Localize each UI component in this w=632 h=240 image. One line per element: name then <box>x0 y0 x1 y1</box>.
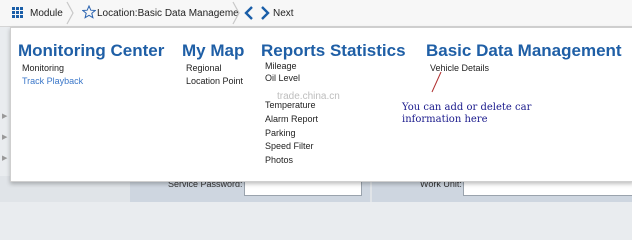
menu-item-speed-filter[interactable]: Speed Filter <box>265 141 314 151</box>
watermark: trade.china.cn <box>277 91 340 102</box>
menu-heading-reports-statistics: Reports Statistics <box>261 41 406 60</box>
separator-chevron-icon <box>66 1 74 25</box>
forward-icon[interactable] <box>258 5 272 21</box>
side-arrow-icon: ▶ <box>2 155 8 162</box>
menu-item-alarm-report[interactable]: Alarm Report <box>265 114 318 124</box>
menu-item-location-point[interactable]: Location Point <box>186 76 243 86</box>
menu-heading-my-map: My Map <box>182 41 245 60</box>
menu-heading-basic-data-management: Basic Data Management <box>426 41 622 60</box>
menu-item-oil-level[interactable]: Oil Level <box>265 73 300 83</box>
menu-heading-monitoring-center: Monitoring Center <box>18 41 165 60</box>
module-dropdown-menu: Monitoring Center Monitoring Track Playb… <box>10 27 632 182</box>
separator-chevron-icon <box>232 1 240 25</box>
module-button[interactable]: Module <box>30 0 63 26</box>
back-icon[interactable] <box>242 5 256 21</box>
next-button[interactable]: Next <box>273 0 294 26</box>
menu-item-track-playback[interactable]: Track Playback <box>22 76 83 86</box>
menu-item-parking[interactable]: Parking <box>265 128 296 138</box>
annotation-text: You can add or delete car information he… <box>402 102 532 125</box>
annotation-pointer <box>431 71 442 93</box>
side-arrow-icon: ▶ <box>2 134 8 141</box>
menu-item-regional[interactable]: Regional <box>186 63 222 73</box>
location-breadcrumb: Location:Basic Data Manageme <box>97 7 239 19</box>
menu-item-mileage[interactable]: Mileage <box>265 61 297 71</box>
top-toolbar: Module Location:Basic Data Manageme Next <box>0 0 632 27</box>
star-icon[interactable] <box>82 5 96 19</box>
side-arrow-icon: ▶ <box>2 113 8 120</box>
menu-item-photos[interactable]: Photos <box>265 155 293 165</box>
grid-icon[interactable] <box>12 7 24 19</box>
menu-item-monitoring[interactable]: Monitoring <box>22 63 64 73</box>
